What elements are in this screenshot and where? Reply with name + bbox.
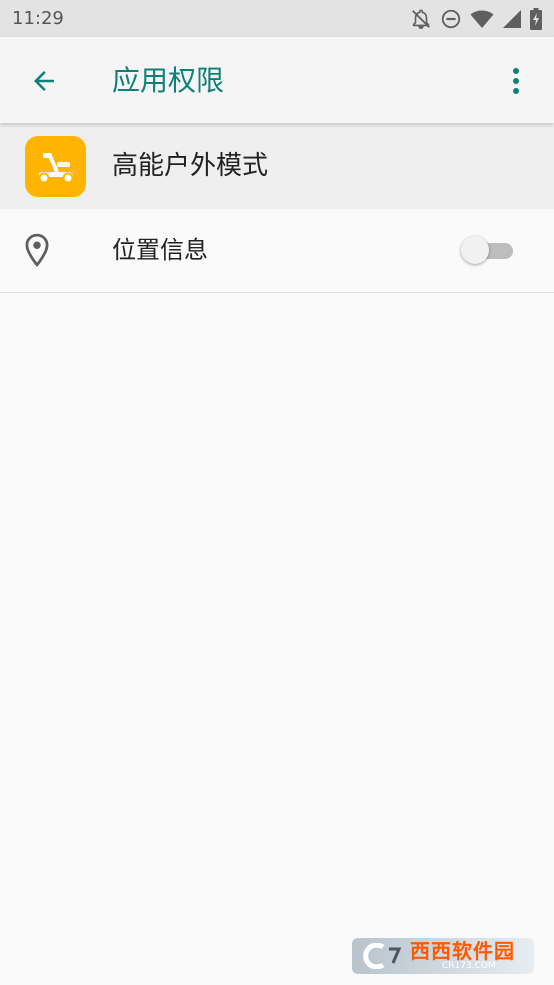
watermark-text: 西西软件园 [410,939,515,963]
more-vert-icon [513,68,519,94]
watermark-domain: CR173.COM [442,961,496,971]
signal-icon [503,9,521,28]
watermark: 西西软件园 CR173.COM [352,938,534,974]
arrow-back-icon [34,71,54,91]
battery-charging-icon [530,7,542,30]
permission-label: 位置信息 [112,236,208,264]
do-not-disturb-icon [441,9,461,28]
app-header: 高能户外模式 [0,123,554,209]
overflow-menu-button[interactable] [496,59,536,103]
app-name: 高能户外模式 [112,151,269,181]
page-title: 应用权限 [112,64,225,97]
toggle-thumb [461,236,489,264]
status-time: 11:29 [12,8,64,29]
scooter-icon [38,152,73,183]
permission-row-location[interactable]: 位置信息 [0,209,554,293]
location-permission-toggle[interactable] [461,235,517,265]
location-pin-icon [22,233,52,267]
app-bar: 应用权限 [0,37,554,123]
watermark-logo-icon [358,943,404,969]
back-button[interactable] [22,59,66,103]
status-icons [410,7,542,30]
app-icon [25,136,86,197]
status-bar: 11:29 [0,0,554,37]
bell-off-icon [412,9,430,29]
wifi-icon [470,10,494,28]
